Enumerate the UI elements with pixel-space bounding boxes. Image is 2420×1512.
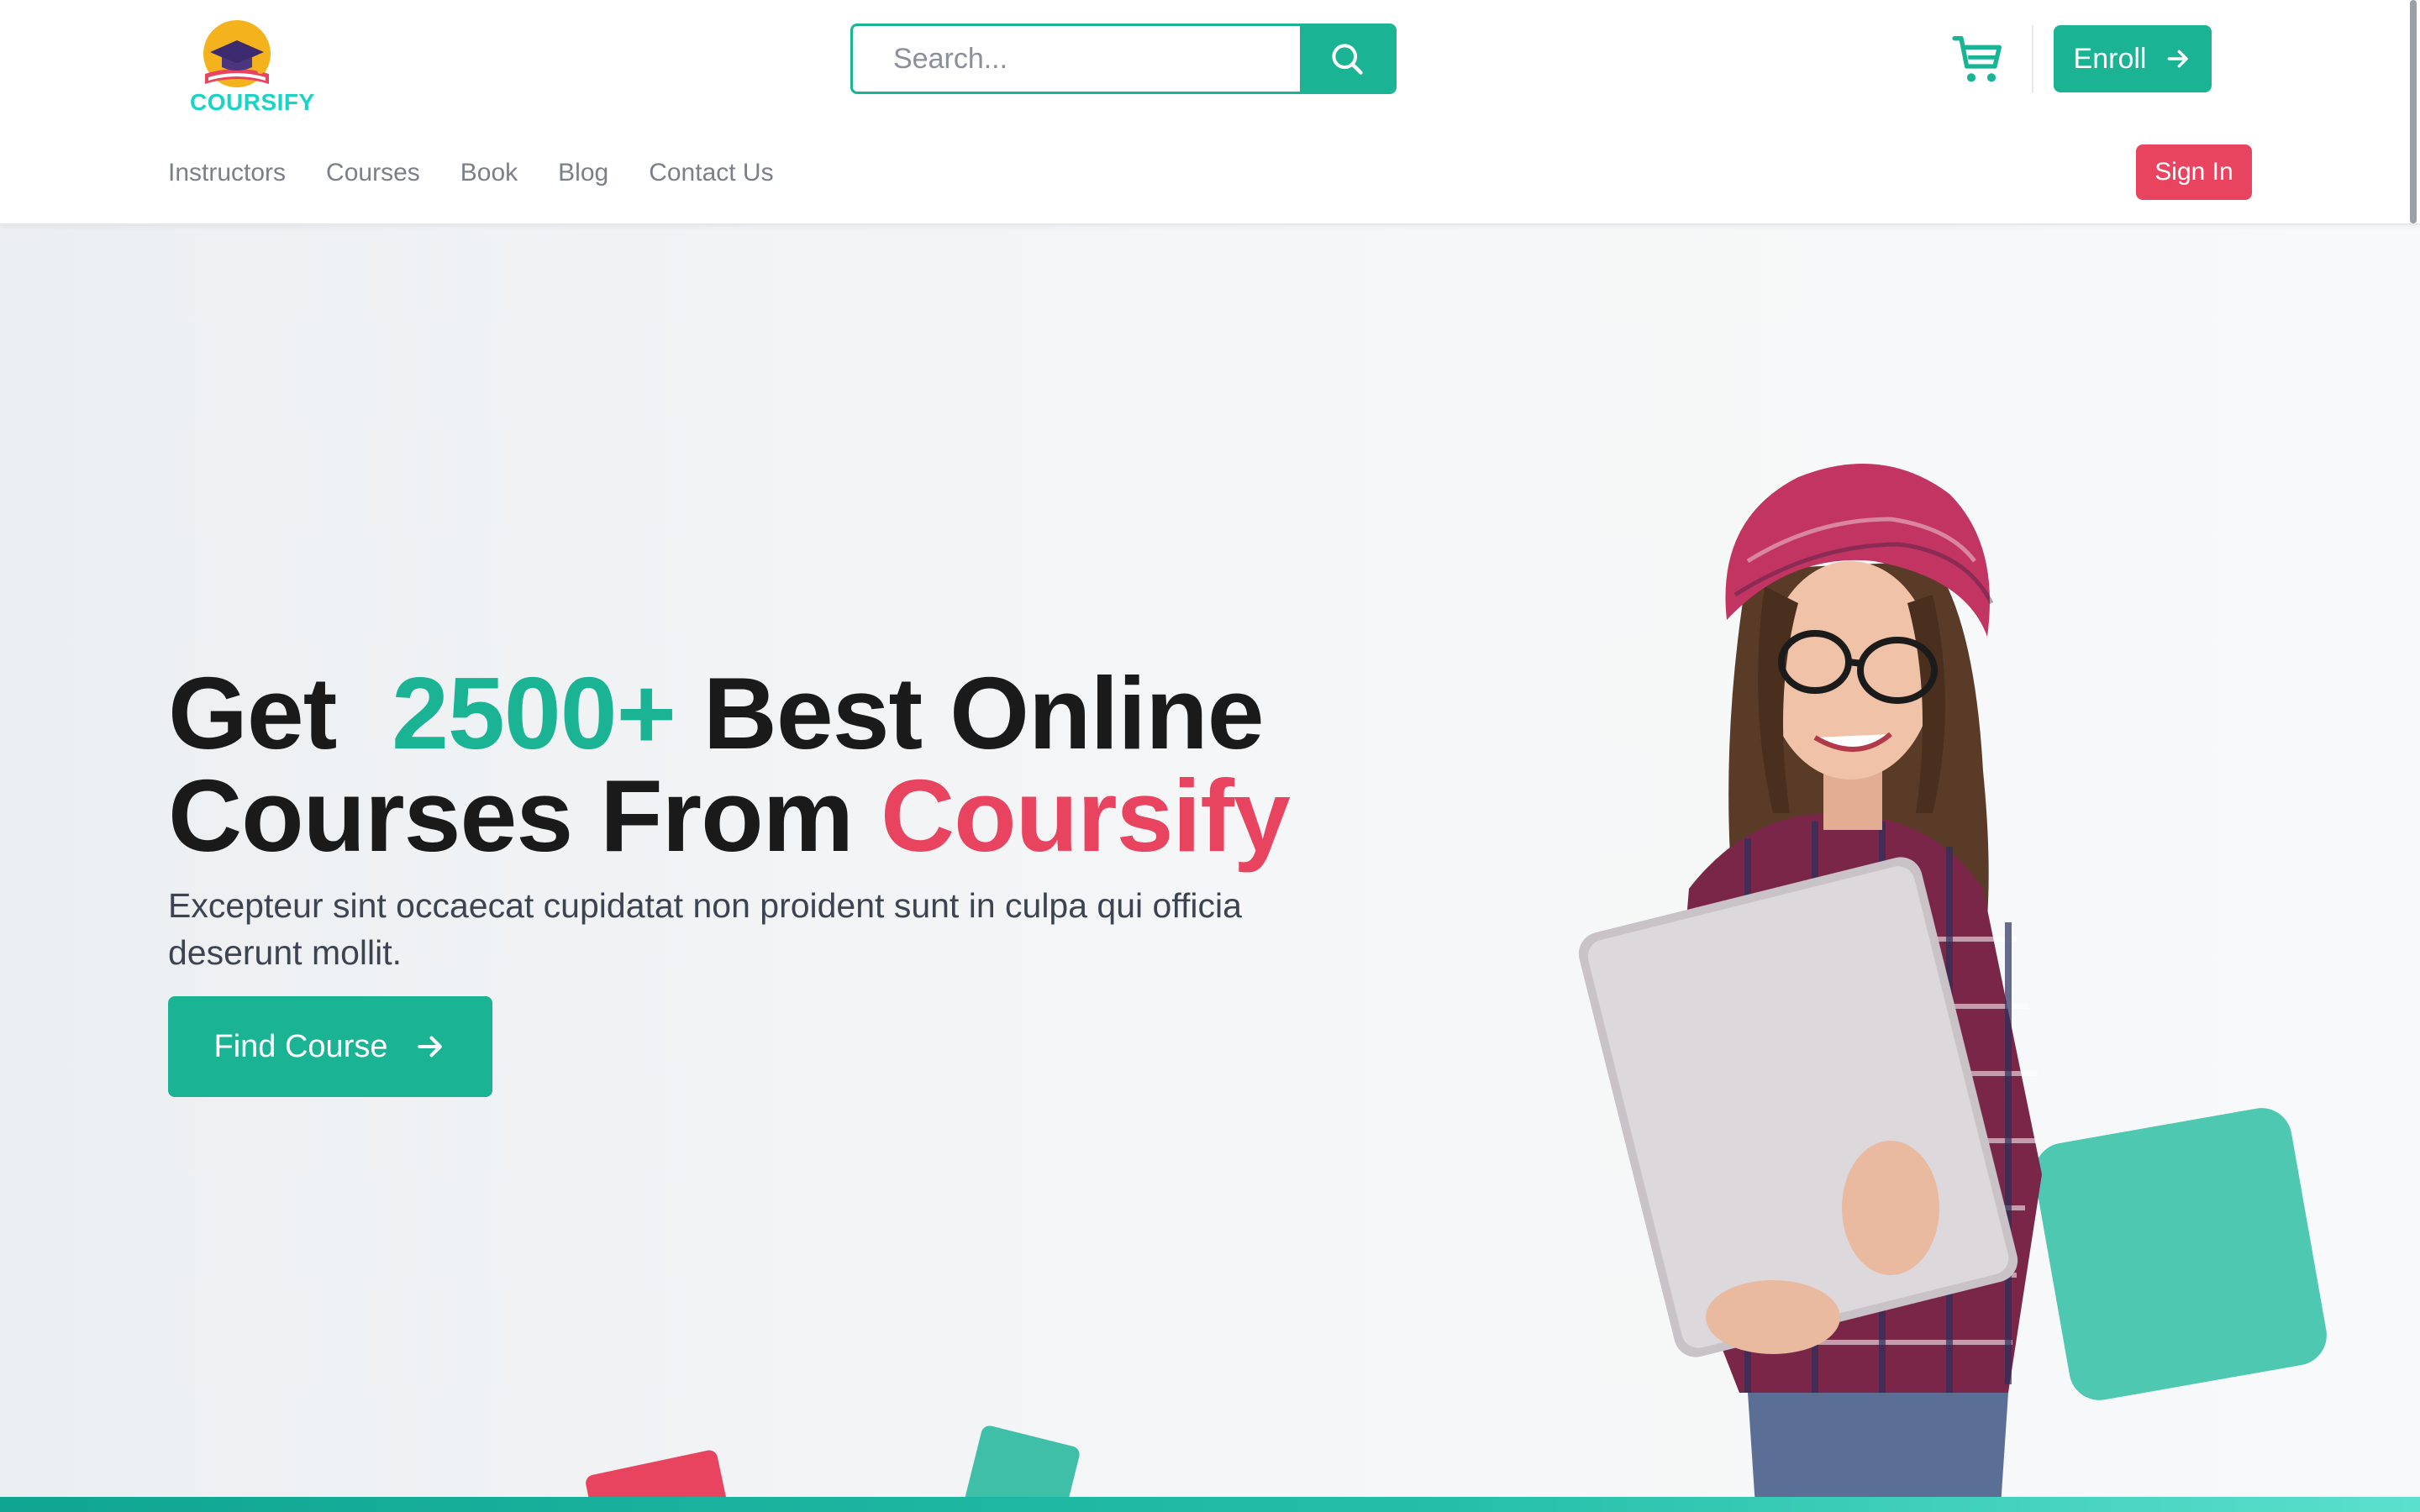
hero-title-get: Get: [168, 656, 337, 770]
arrow-right-icon: [2168, 50, 2189, 68]
site-header: COURSIFY Enroll: [0, 0, 2420, 225]
enroll-button[interactable]: Enroll: [2054, 25, 2212, 92]
nav-item-instructors[interactable]: Instructors: [168, 159, 286, 187]
sign-in-button[interactable]: Sign In: [2136, 144, 2252, 200]
search-icon: [1332, 44, 1363, 75]
enroll-label: Enroll: [2073, 42, 2147, 75]
main-nav: Instructors Courses Book Blog Contact Us: [168, 155, 774, 192]
header-divider: [2032, 25, 2033, 92]
cart-button[interactable]: [1948, 30, 2008, 89]
hero-title-brand: Coursify: [880, 759, 1291, 873]
student-illustration: [1578, 464, 2042, 1512]
brand-wordmark: COURSIFY: [190, 89, 315, 115]
arrow-right-icon: [418, 1036, 443, 1058]
nav-item-book[interactable]: Book: [460, 159, 518, 187]
cart-icon: [1952, 36, 2002, 82]
search-bar: [850, 24, 1397, 94]
find-course-button[interactable]: Find Course: [168, 996, 492, 1097]
brand-logo[interactable]: COURSIFY: [185, 18, 314, 119]
graduation-cap-logo-icon: [203, 20, 271, 87]
hero-title: Get 2500+ Best Online Courses From Cours…: [168, 662, 1361, 867]
hero-bottom-band: [0, 1497, 2420, 1512]
hero-section: Get 2500+ Best Online Courses From Cours…: [0, 225, 2420, 1512]
search-button[interactable]: [1300, 26, 1394, 92]
find-course-label: Find Course: [213, 1028, 388, 1064]
page-scrollbar[interactable]: [2410, 0, 2417, 223]
nav-item-blog[interactable]: Blog: [558, 159, 608, 187]
hero-title-courses-from: Courses From: [168, 759, 854, 873]
nav-item-contact-us[interactable]: Contact Us: [649, 159, 773, 187]
hero-title-best-online: Best Online: [702, 656, 1265, 770]
page: COURSIFY Enroll: [0, 0, 2420, 1512]
nav-item-courses[interactable]: Courses: [326, 159, 420, 187]
search-input[interactable]: [853, 26, 1302, 92]
hero-title-count: 2500+: [392, 656, 676, 770]
hero-subtitle: Excepteur sint occaecat cupidatat non pr…: [168, 886, 1242, 972]
